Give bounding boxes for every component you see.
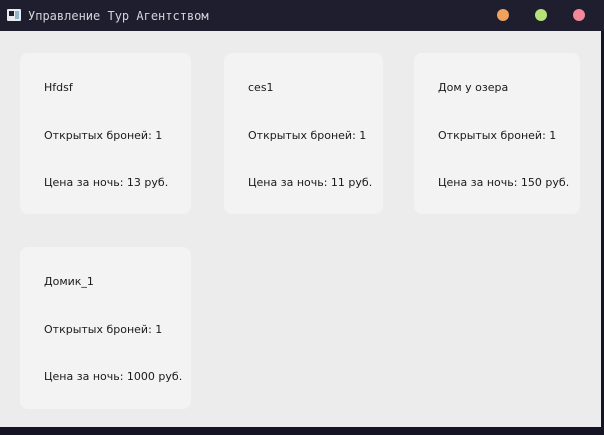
nightly-price: Цена за ночь: 13 руб. [44, 176, 169, 189]
open-bookings: Открытых броней: 1 [44, 129, 163, 142]
nightly-price: Цена за ночь: 150 руб. [438, 176, 570, 189]
nightly-price: Цена за ночь: 1000 руб. [44, 370, 183, 383]
property-name: Дом у озера [438, 81, 509, 94]
nightly-price: Цена за ночь: 11 руб. [248, 176, 373, 189]
open-bookings: Открытых броней: 1 [248, 129, 367, 142]
open-bookings: Открытых броней: 1 [438, 129, 557, 142]
property-card[interactable]: ces1 Открытых броней: 1 Цена за ночь: 11… [224, 53, 383, 214]
window-title: Управление Тур Агентством [28, 9, 209, 23]
property-name: ces1 [248, 81, 274, 94]
minimize-button[interactable] [497, 9, 509, 21]
property-name: Hfdsf [44, 81, 73, 94]
open-bookings: Открытых броней: 1 [44, 323, 163, 336]
property-card[interactable]: Hfdsf Открытых броней: 1 Цена за ночь: 1… [20, 53, 191, 214]
property-card[interactable]: Домик_1 Открытых броней: 1 Цена за ночь:… [20, 247, 191, 409]
property-name: Домик_1 [44, 275, 94, 288]
title-bar: Управление Тур Агентством [0, 0, 604, 31]
property-card[interactable]: Дом у озера Открытых броней: 1 Цена за н… [414, 53, 580, 214]
close-button[interactable] [573, 9, 585, 21]
app-icon [7, 9, 21, 21]
window-edge-bottom [0, 427, 604, 435]
listings-area: Hfdsf Открытых броней: 1 Цена за ночь: 1… [0, 31, 601, 427]
maximize-button[interactable] [535, 9, 547, 21]
